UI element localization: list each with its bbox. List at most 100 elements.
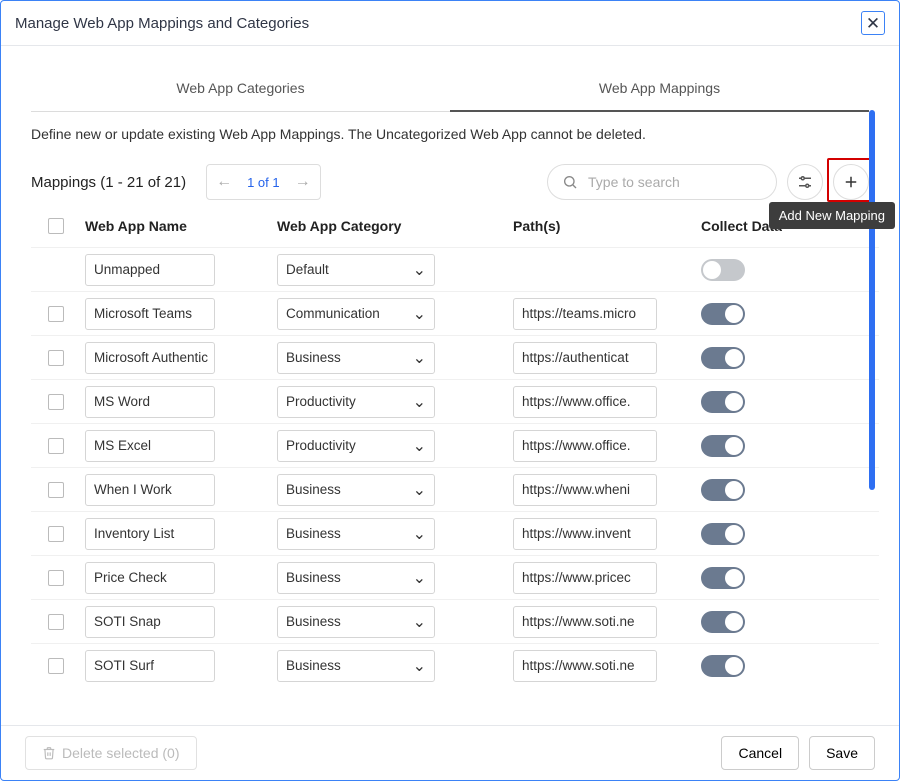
collect-toggle[interactable] [701,567,745,589]
chevron-down-icon: ⌄ [413,524,426,544]
collect-toggle[interactable] [701,479,745,501]
tabs: Web App Categories Web App Mappings [31,70,869,112]
path-input[interactable]: https://www.office. [513,430,657,462]
pager-text: 1 of 1 [241,175,286,190]
category-select[interactable]: Business⌄ [277,474,435,506]
category-select[interactable]: Productivity ⌄ [277,386,435,418]
category-select[interactable]: Communication ⌄ [277,298,435,330]
name-input[interactable]: When I Work [85,474,215,506]
collect-toggle[interactable] [701,303,745,325]
table-row: When I Work Business⌄ https://www.wheni [31,467,879,511]
table-row: Unmapped Default⌄ [31,247,879,291]
collect-toggle[interactable] [701,435,745,457]
table-row: Inventory List Business ⌄ https://www.inven… [31,511,879,555]
collect-toggle[interactable] [701,523,745,545]
name-input[interactable]: Price Check [85,562,215,594]
table-row: Microsoft Teams Communication ⌄ https://tea… [31,291,879,335]
category-value: Business [286,482,341,497]
category-value: Business [286,350,341,365]
collect-toggle[interactable] [701,655,745,677]
pager-next[interactable]: → [286,165,320,199]
pager: ← 1 of 1 → [206,164,321,200]
table-row: SOTI Snap Business ⌄ https://www.soti.ne [31,599,879,643]
add-mapping-tooltip: Add New Mapping [769,202,895,229]
category-select[interactable]: Business ⌄ [277,342,435,374]
category-select[interactable]: Business⌄ [277,562,435,594]
category-value: Default [286,262,329,277]
collect-toggle[interactable] [701,347,745,369]
search-box[interactable] [547,164,777,200]
category-select[interactable]: Business ⌄ [277,518,435,550]
category-value: Business [286,570,341,585]
category-value: Business [286,614,341,629]
path-input[interactable]: https://www.soti.ne [513,606,657,638]
delete-selected-label: Delete selected (0) [62,745,180,761]
name-input[interactable]: Unmapped [85,254,215,286]
table-row: Price Check Business⌄ https://www.pricec [31,555,879,599]
highlight-indicator [827,158,871,202]
path-input[interactable]: https://www.soti.ne [513,650,657,682]
path-input[interactable]: https://www.office. [513,386,657,418]
table-row: MS Excel Productivity⌄ https://www.office. [31,423,879,467]
chevron-down-icon: ⌄ [413,348,426,368]
search-icon [562,174,578,190]
cancel-button[interactable]: Cancel [721,736,799,770]
name-input[interactable]: Inventory List [85,518,215,550]
name-input[interactable]: SOTI Snap [85,606,215,638]
chevron-down-icon: ⌄ [413,612,426,632]
row-checkbox[interactable] [48,306,64,322]
row-checkbox[interactable] [48,350,64,366]
row-checkbox[interactable] [48,526,64,542]
tab-mappings[interactable]: Web App Mappings [450,70,869,112]
name-input[interactable]: MS Word [85,386,215,418]
tab-categories[interactable]: Web App Categories [31,70,450,112]
category-select[interactable]: Productivity⌄ [277,430,435,462]
pager-prev[interactable]: ← [207,165,241,199]
path-input[interactable]: https://authenticat [513,342,657,374]
col-header-category[interactable]: Web App Category [277,218,473,234]
category-select[interactable]: Default⌄ [277,254,435,286]
name-input[interactable]: SOTI Surf [85,650,215,682]
search-input[interactable] [586,173,762,191]
filter-button[interactable] [787,164,823,200]
mappings-table: Web App Name Web App Category Path(s) Co… [1,212,899,725]
name-input[interactable]: MS Excel [85,430,215,462]
chevron-down-icon: ⌄ [413,392,426,412]
dialog-title: Manage Web App Mappings and Categories [15,15,309,32]
path-input[interactable]: https://www.pricec [513,562,657,594]
row-checkbox[interactable] [48,394,64,410]
path-input[interactable]: https://www.wheni [513,474,657,506]
category-select[interactable]: Business⌄ [277,650,435,682]
category-value: Business [286,658,341,673]
name-input[interactable]: Microsoft Teams [85,298,215,330]
collect-toggle[interactable] [701,611,745,633]
save-label: Save [826,745,858,761]
category-value: Productivity [286,438,356,453]
category-value: Productivity [286,394,356,409]
col-header-name[interactable]: Web App Name [81,218,277,234]
path-input[interactable]: https://www.invent [513,518,657,550]
row-checkbox[interactable] [48,570,64,586]
category-value: Business [286,526,341,541]
category-select[interactable]: Business ⌄ [277,606,435,638]
chevron-down-icon: ⌄ [413,304,426,324]
close-button[interactable]: ✕ [861,11,885,35]
trash-icon [42,746,56,760]
row-checkbox[interactable] [48,482,64,498]
scrollbar-thumb[interactable] [869,110,875,490]
row-checkbox[interactable] [48,658,64,674]
dialog-header: Manage Web App Mappings and Categories ✕ [1,1,899,46]
dialog-manage-mappings: Manage Web App Mappings and Categories ✕… [0,0,900,781]
path-input[interactable]: https://teams.micro [513,298,657,330]
save-button[interactable]: Save [809,736,875,770]
row-checkbox[interactable] [48,614,64,630]
category-value: Communication [286,306,380,321]
tab-description: Define new or update existing Web App Ma… [1,112,899,146]
col-header-paths[interactable]: Path(s) [473,218,669,234]
arrow-right-icon: → [295,173,311,191]
collect-toggle[interactable] [701,391,745,413]
row-checkbox[interactable] [48,438,64,454]
select-all-checkbox[interactable] [48,218,64,234]
table-row: SOTI Surf Business⌄ https://www.soti.ne [31,643,879,687]
name-input[interactable]: Microsoft Authentic [85,342,215,374]
